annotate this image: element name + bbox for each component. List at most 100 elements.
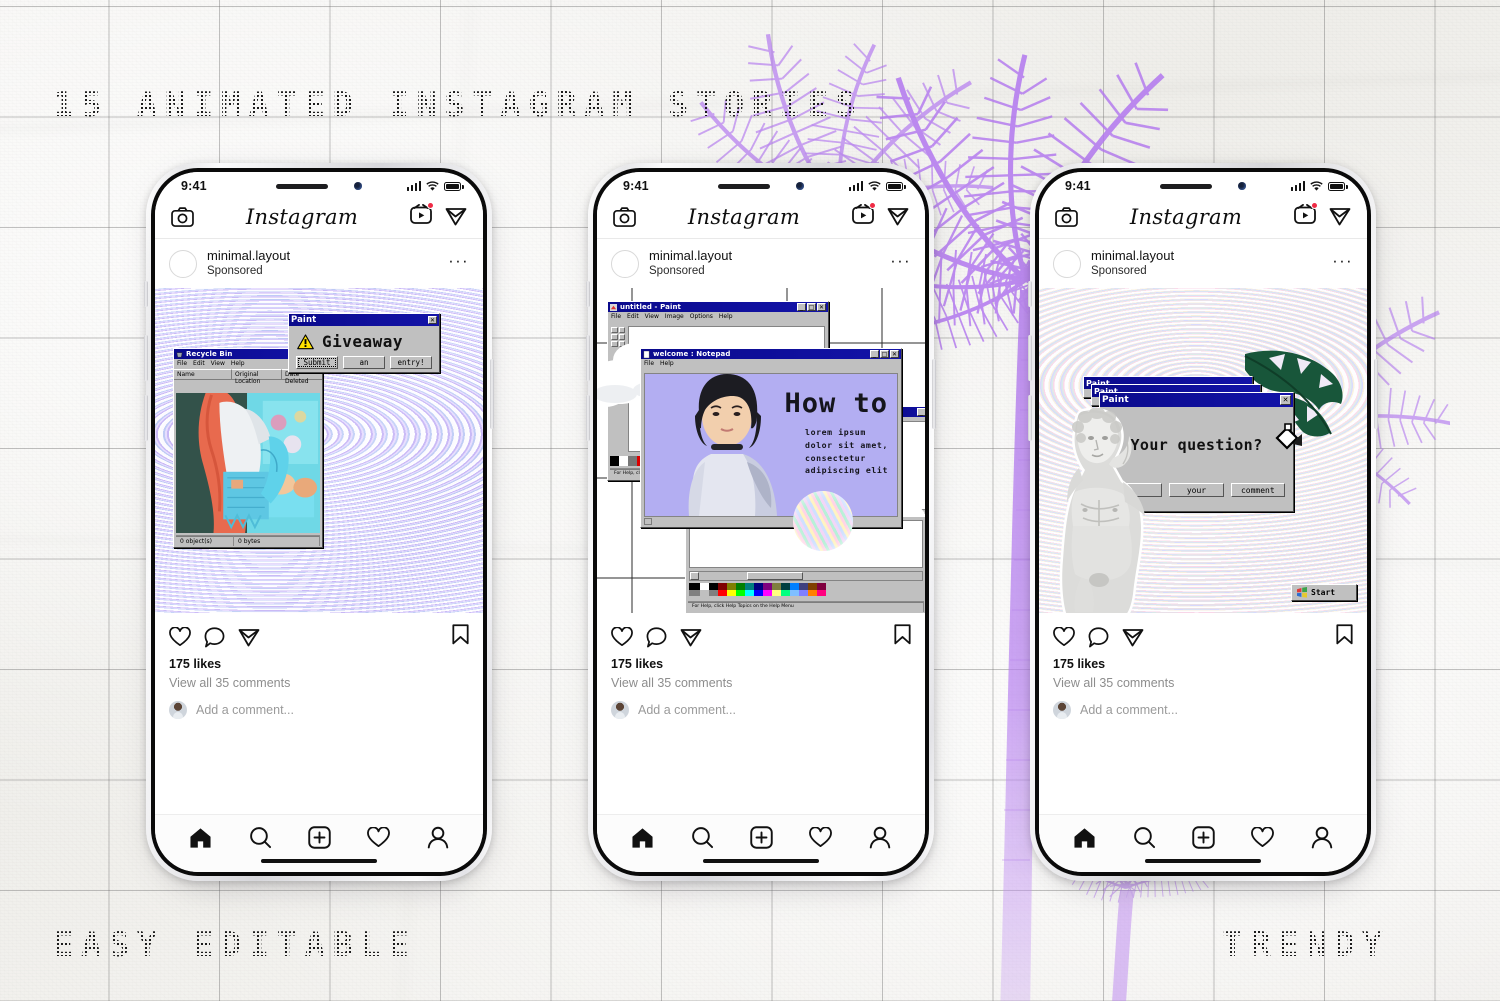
add-comment-row[interactable]: Add a comment... <box>597 690 925 720</box>
add-comment-placeholder[interactable]: Add a comment... <box>638 703 736 717</box>
camera-icon[interactable] <box>1055 206 1078 227</box>
activity-heart-icon[interactable] <box>809 827 833 848</box>
add-post-icon[interactable] <box>750 826 773 849</box>
avatar[interactable] <box>1053 249 1081 278</box>
post-more-button[interactable]: ··· <box>1332 251 1353 272</box>
minimize-icon[interactable]: _ <box>870 349 879 359</box>
heart-icon[interactable] <box>611 626 633 647</box>
notepad-scroll-corner[interactable] <box>644 518 652 526</box>
post-more-button[interactable]: ··· <box>448 251 469 272</box>
igtv-icon[interactable] <box>1294 202 1318 229</box>
giveaway-dialog[interactable]: Paint ✕ Giveaway Submit an entry! <box>288 313 440 374</box>
home-icon[interactable] <box>1073 827 1096 849</box>
recycle-bin-window[interactable]: Recycle Bin File Edit View Help Name Ori… <box>173 348 323 549</box>
add-comment-placeholder[interactable]: Add a comment... <box>196 703 294 717</box>
menu-options[interactable]: Options <box>690 313 713 321</box>
igtv-icon[interactable] <box>410 202 434 229</box>
post-username[interactable]: minimal.layout <box>207 248 448 264</box>
menu-file[interactable]: File <box>177 360 187 368</box>
close-icon[interactable]: ✕ <box>428 315 437 325</box>
mute-switch[interactable] <box>1028 281 1032 307</box>
profile-icon[interactable] <box>1311 826 1333 849</box>
column-location[interactable]: Original Location <box>232 369 282 385</box>
profile-icon[interactable] <box>869 826 891 849</box>
send-icon[interactable] <box>445 206 467 227</box>
search-icon[interactable] <box>1133 826 1156 849</box>
entry-button[interactable]: entry! <box>390 356 432 370</box>
maximize-icon[interactable]: □ <box>880 349 889 359</box>
close-icon[interactable]: ✕ <box>817 302 826 312</box>
menu-file[interactable]: File <box>644 360 654 368</box>
volume-up-button[interactable] <box>586 335 590 381</box>
menu-help[interactable]: Help <box>719 313 733 321</box>
notepad-menubar[interactable]: File Help <box>641 359 901 369</box>
menu-file[interactable]: File <box>611 313 621 321</box>
mute-switch[interactable] <box>144 281 148 307</box>
share-send-icon[interactable] <box>680 627 702 648</box>
igtv-icon[interactable] <box>852 202 876 229</box>
bookmark-icon[interactable] <box>894 624 911 645</box>
menu-edit[interactable]: Edit <box>627 313 639 321</box>
minimize-icon[interactable]: _ <box>917 407 925 417</box>
notepad-window[interactable]: welcome : Notepad _ □ ✕ File Help How to… <box>640 348 902 529</box>
menu-help[interactable]: Help <box>660 360 674 368</box>
mute-switch[interactable] <box>586 281 590 307</box>
add-comment-row[interactable]: Add a comment... <box>155 690 483 720</box>
search-icon[interactable] <box>249 826 272 849</box>
menu-image[interactable]: Image <box>665 313 684 321</box>
add-comment-placeholder[interactable]: Add a comment... <box>1080 703 1178 717</box>
column-name[interactable]: Name <box>174 369 232 381</box>
view-comments-link[interactable]: View all 35 comments <box>155 671 483 690</box>
view-comments-link[interactable]: View all 35 comments <box>597 671 925 690</box>
paint-color-palette[interactable] <box>689 583 826 597</box>
power-button[interactable] <box>932 359 936 429</box>
submit-button[interactable]: Submit <box>296 356 338 370</box>
bookmark-icon[interactable] <box>452 624 469 645</box>
home-icon[interactable] <box>189 827 212 849</box>
volume-down-button[interactable] <box>586 395 590 441</box>
share-send-icon[interactable] <box>238 627 260 648</box>
search-icon[interactable] <box>691 826 714 849</box>
avatar[interactable] <box>169 249 197 278</box>
avatar[interactable] <box>611 249 639 278</box>
profile-icon[interactable] <box>427 826 449 849</box>
your-button[interactable]: your <box>1169 483 1224 498</box>
add-post-icon[interactable] <box>1192 826 1215 849</box>
comment-icon[interactable] <box>204 627 225 648</box>
close-icon[interactable]: ✕ <box>1280 395 1291 406</box>
home-icon[interactable] <box>631 827 654 849</box>
comment-icon[interactable] <box>646 627 667 648</box>
add-post-icon[interactable] <box>308 826 331 849</box>
menu-view[interactable]: View <box>645 313 659 321</box>
activity-heart-icon[interactable] <box>1251 827 1275 848</box>
heart-icon[interactable] <box>1053 626 1075 647</box>
send-icon[interactable] <box>1329 206 1351 227</box>
heart-icon[interactable] <box>169 626 191 647</box>
comment-icon[interactable] <box>1088 627 1109 648</box>
post-username[interactable]: minimal.layout <box>649 248 890 264</box>
power-button[interactable] <box>490 359 494 429</box>
an-button[interactable]: an <box>343 356 385 370</box>
volume-up-button[interactable] <box>1028 335 1032 381</box>
camera-icon[interactable] <box>613 206 636 227</box>
power-button[interactable] <box>1374 359 1378 429</box>
menu-view[interactable]: View <box>211 360 225 368</box>
post-more-button[interactable]: ··· <box>890 251 911 272</box>
volume-down-button[interactable] <box>1028 395 1032 441</box>
view-comments-link[interactable]: View all 35 comments <box>1039 671 1367 690</box>
volume-down-button[interactable] <box>144 395 148 441</box>
activity-heart-icon[interactable] <box>367 827 391 848</box>
paint-menubar[interactable]: File Edit View Image Options Help <box>608 312 828 322</box>
maximize-icon[interactable]: □ <box>807 302 816 312</box>
post-username[interactable]: minimal.layout <box>1091 248 1332 264</box>
close-icon[interactable]: ✕ <box>890 349 899 359</box>
horizontal-scrollbar[interactable] <box>689 571 923 582</box>
comment-button[interactable]: comment <box>1230 483 1285 498</box>
start-button[interactable]: Start <box>1291 584 1357 602</box>
bookmark-icon[interactable] <box>1336 624 1353 645</box>
share-send-icon[interactable] <box>1122 627 1144 648</box>
volume-up-button[interactable] <box>144 335 148 381</box>
send-icon[interactable] <box>887 206 909 227</box>
minimize-icon[interactable]: _ <box>797 302 806 312</box>
menu-help[interactable]: Help <box>231 360 245 368</box>
